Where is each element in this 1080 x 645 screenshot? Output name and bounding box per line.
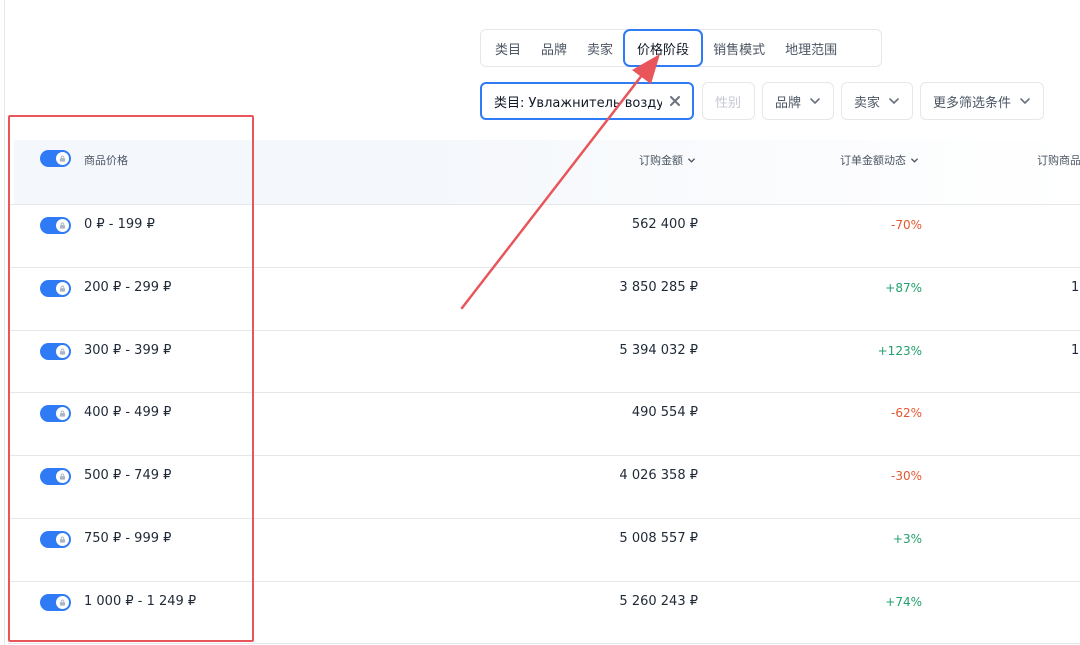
column-header-change-label: 订单金额动态 bbox=[840, 154, 906, 167]
gender-filter-button[interactable]: 性别 bbox=[702, 82, 755, 120]
toggle-knob bbox=[56, 596, 69, 609]
toggle-knob bbox=[56, 345, 69, 358]
tab-seller[interactable]: 卖家 bbox=[577, 29, 623, 67]
row-divider bbox=[8, 581, 1080, 582]
lock-icon bbox=[59, 599, 66, 606]
price-range-cell: 500 ₽ - 749 ₽ bbox=[84, 468, 172, 483]
more-filters-label: 更多筛选条件 bbox=[933, 95, 1012, 111]
order-change-cell: +87% bbox=[885, 281, 922, 295]
tab-price-range[interactable]: 价格阶段 bbox=[623, 29, 704, 67]
chevron-down-icon bbox=[688, 157, 695, 163]
toggle-knob bbox=[56, 152, 69, 165]
price-range-cell: 0 ₽ - 199 ₽ bbox=[84, 217, 155, 232]
price-range-cell: 300 ₽ - 399 ₽ bbox=[84, 343, 172, 358]
price-range-cell: 400 ₽ - 499 ₽ bbox=[84, 405, 172, 420]
order-change-cell: -30% bbox=[890, 469, 922, 483]
row-toggle[interactable] bbox=[40, 531, 71, 548]
row-divider bbox=[8, 392, 1080, 393]
column-header-order-amount[interactable]: 订购金额 bbox=[639, 152, 696, 168]
more-filters-button[interactable]: 更多筛选条件 bbox=[920, 82, 1044, 120]
tab-sales-mode[interactable]: 销售模式 bbox=[703, 29, 775, 67]
toggle-knob bbox=[56, 282, 69, 295]
row-divider bbox=[8, 518, 1080, 519]
price-range-cell: 200 ₽ - 299 ₽ bbox=[84, 280, 172, 295]
toggle-knob bbox=[56, 219, 69, 232]
tab-brand[interactable]: 品牌 bbox=[531, 29, 577, 67]
column-header-order-goods[interactable]: 订购商品 bbox=[1037, 152, 1080, 168]
toggle-knob bbox=[56, 470, 69, 483]
order-amount-cell: 5 394 032 ₽ bbox=[619, 343, 698, 358]
row-toggle[interactable] bbox=[40, 468, 71, 485]
order-amount-cell: 490 554 ₽ bbox=[631, 405, 698, 420]
order-change-cell: -62% bbox=[890, 406, 922, 420]
chevron-down-icon bbox=[810, 98, 820, 104]
order-amount-cell: 3 850 285 ₽ bbox=[619, 280, 698, 295]
row-divider bbox=[8, 330, 1080, 331]
order-change-cell: -70% bbox=[890, 218, 922, 232]
left-border bbox=[4, 0, 5, 645]
column-header-order-amount-change[interactable]: 订单金额动态 bbox=[840, 152, 919, 168]
toggle-all-prices[interactable] bbox=[40, 150, 71, 167]
row-toggle[interactable] bbox=[40, 343, 71, 360]
toggle-knob bbox=[56, 407, 69, 420]
column-header-price: 商品价格 bbox=[84, 152, 128, 168]
chevron-down-icon bbox=[889, 98, 899, 104]
column-header-price-label: 商品价格 bbox=[84, 154, 128, 167]
chevron-down-icon bbox=[1020, 98, 1030, 104]
lock-icon bbox=[59, 473, 66, 480]
order-amount-cell: 5 008 557 ₽ bbox=[619, 531, 698, 546]
lock-icon bbox=[59, 285, 66, 292]
lock-icon bbox=[59, 410, 66, 417]
order-amount-cell: 4 026 358 ₽ bbox=[619, 468, 698, 483]
column-header-order-goods-label: 订购商品 bbox=[1037, 154, 1080, 167]
gender-filter-label: 性别 bbox=[715, 95, 742, 111]
dimension-tabs: 类目 品牌 卖家 价格阶段 销售模式 地理范围 bbox=[480, 29, 882, 67]
lock-icon bbox=[59, 222, 66, 229]
row-divider bbox=[8, 455, 1080, 456]
lock-icon bbox=[59, 155, 66, 162]
seller-filter-label: 卖家 bbox=[854, 95, 881, 111]
column-header-order-amount-label: 订购金额 bbox=[639, 154, 683, 167]
table-header bbox=[14, 140, 1080, 204]
seller-filter-button[interactable]: 卖家 bbox=[841, 82, 913, 120]
price-range-cell: 1 000 ₽ - 1 249 ₽ bbox=[84, 594, 197, 609]
row-toggle[interactable] bbox=[40, 405, 71, 422]
order-amount-cell: 5 260 243 ₽ bbox=[619, 594, 698, 609]
category-filter-label: 类目: Увлажнитель воздуха bbox=[494, 95, 662, 111]
tab-category[interactable]: 类目 bbox=[485, 29, 531, 67]
order-goods-cell: 1 bbox=[1071, 280, 1080, 295]
brand-filter-label: 品牌 bbox=[775, 95, 802, 111]
row-divider bbox=[8, 267, 1080, 268]
lock-icon bbox=[59, 536, 66, 543]
row-toggle[interactable] bbox=[40, 217, 71, 234]
tab-geography[interactable]: 地理范围 bbox=[775, 29, 847, 67]
row-toggle[interactable] bbox=[40, 594, 71, 611]
order-goods-cell: 1 bbox=[1071, 343, 1080, 358]
toggle-knob bbox=[56, 533, 69, 546]
brand-filter-button[interactable]: 品牌 bbox=[762, 82, 834, 120]
chevron-down-icon bbox=[911, 157, 918, 163]
category-filter-chip[interactable]: 类目: Увлажнитель воздуха bbox=[480, 82, 694, 120]
order-change-cell: +74% bbox=[885, 595, 922, 609]
order-change-cell: +3% bbox=[892, 532, 922, 546]
order-change-cell: +123% bbox=[877, 344, 922, 358]
lock-icon bbox=[59, 348, 66, 355]
order-amount-cell: 562 400 ₽ bbox=[631, 217, 698, 232]
row-toggle[interactable] bbox=[40, 280, 71, 297]
row-divider bbox=[8, 204, 1080, 205]
price-range-cell: 750 ₽ - 999 ₽ bbox=[84, 531, 172, 546]
row-divider bbox=[8, 643, 1080, 644]
close-icon[interactable] bbox=[668, 94, 682, 108]
